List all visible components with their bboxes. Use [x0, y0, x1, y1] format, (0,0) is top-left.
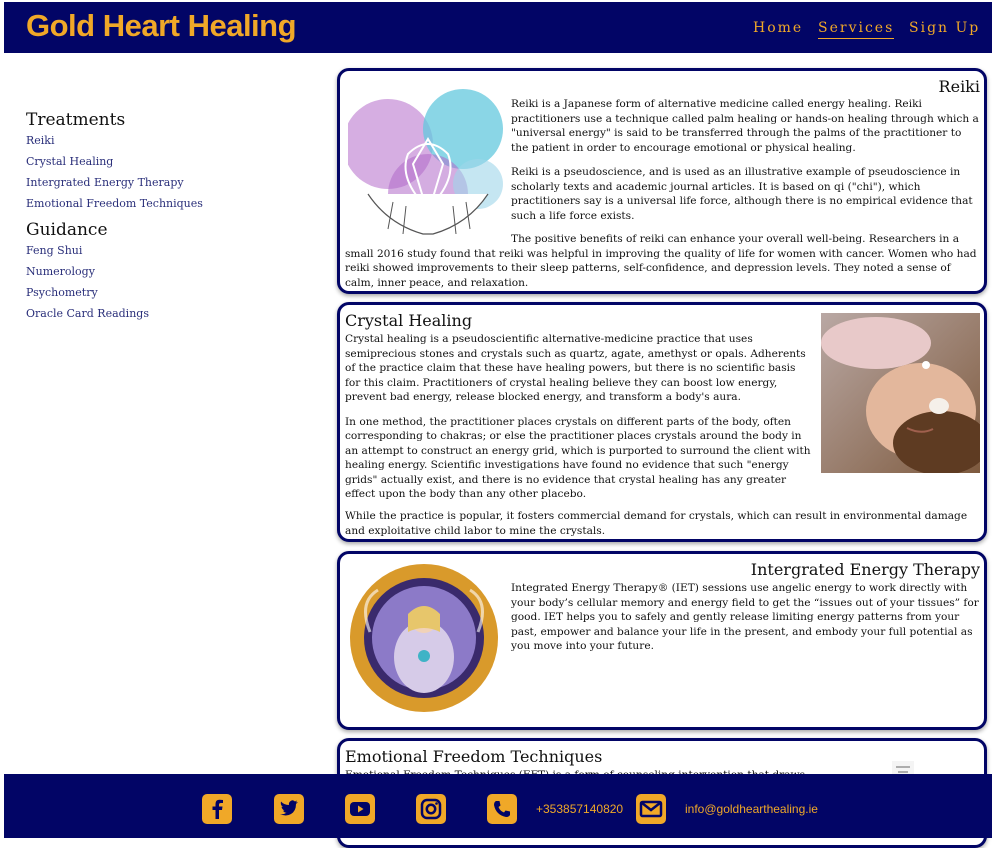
reiki-card: Reiki Reiki is a Japanese form of altern…: [337, 68, 987, 294]
iet-paragraph-1: Integrated Energy Therapy® (IET) session…: [511, 582, 979, 652]
iet-logo-image: [350, 564, 498, 712]
nav-signup-link[interactable]: Sign Up: [909, 20, 980, 36]
sidebar-link-oracle-cards[interactable]: Oracle Card Readings: [26, 303, 286, 324]
reiki-hands-image: [348, 84, 508, 238]
treatments-heading: Treatments: [26, 110, 126, 130]
services-sidebar: Treatments Reiki Crystal Healing Intergr…: [26, 110, 286, 324]
guidance-heading: Guidance: [26, 220, 108, 240]
sidebar-link-crystal-healing[interactable]: Crystal Healing: [26, 151, 286, 172]
sidebar-link-feng-shui[interactable]: Feng Shui: [26, 240, 286, 261]
crystal-title: Crystal Healing: [345, 311, 473, 330]
sidebar-link-eft[interactable]: Emotional Freedom Techniques: [26, 193, 286, 214]
eft-title: Emotional Freedom Techniques: [345, 747, 603, 766]
reiki-paragraph-1: Reiki is a Japanese form of alternative …: [511, 98, 979, 154]
site-header: Gold Heart Healing Home Services Sign Up: [4, 2, 992, 53]
reiki-paragraph-2: Reiki is a pseudoscience, and is used as…: [511, 166, 973, 222]
footer-phone-number[interactable]: +353857140820: [536, 802, 623, 816]
crystal-paragraph-1: Crystal healing is a pseudoscientific al…: [345, 333, 806, 403]
nav-home-link[interactable]: Home: [753, 20, 803, 36]
crystal-paragraph-2: In one method, the practitioner places c…: [345, 415, 811, 501]
footer-email-address[interactable]: info@goldhearthealing.ie: [685, 802, 818, 816]
reiki-paragraph-3: The positive benefits of reiki can enhan…: [345, 233, 977, 289]
iet-title: Intergrated Energy Therapy: [750, 560, 980, 579]
email-icon[interactable]: [636, 794, 666, 824]
sidebar-link-psychometry[interactable]: Psychometry: [26, 282, 286, 303]
crystal-paragraph-3: While the practice is popular, it foster…: [345, 510, 968, 537]
facebook-icon[interactable]: [202, 794, 232, 824]
phone-icon[interactable]: [487, 794, 517, 824]
brand-logo[interactable]: Gold Heart Healing: [26, 8, 297, 44]
crystal-healing-image: [821, 313, 980, 473]
iet-card: Intergrated Energy Therapy Integrated En…: [337, 551, 987, 730]
nav-services-link[interactable]: Services: [818, 20, 895, 39]
site-footer: +353857140820 info@goldhearthealing.ie: [4, 774, 992, 838]
instagram-icon[interactable]: [416, 794, 446, 824]
sidebar-link-numerology[interactable]: Numerology: [26, 261, 286, 282]
reiki-title: Reiki: [938, 77, 980, 96]
sidebar-link-reiki[interactable]: Reiki: [26, 130, 286, 151]
crystal-healing-card: Crystal Healing Crystal healing is a pse…: [337, 302, 987, 542]
youtube-icon[interactable]: [345, 794, 375, 824]
twitter-icon[interactable]: [274, 794, 304, 824]
sidebar-link-iet[interactable]: Intergrated Energy Therapy: [26, 172, 286, 193]
